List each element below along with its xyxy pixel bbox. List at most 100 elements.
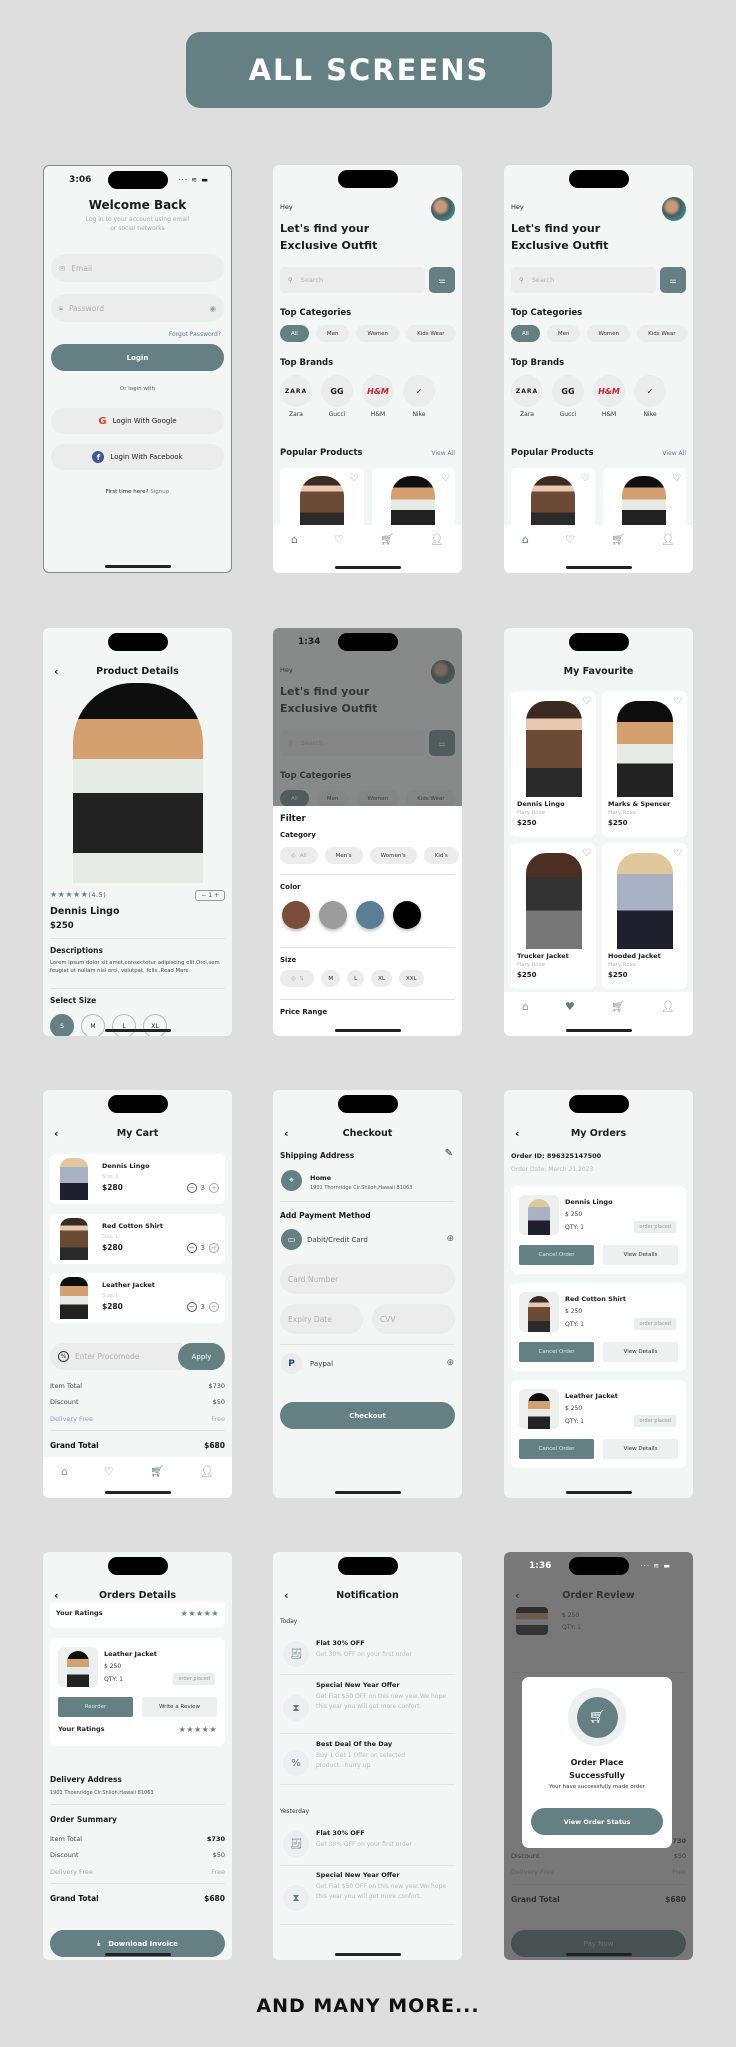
avatar[interactable] [662, 197, 686, 221]
category-chip[interactable]: Kids Wear [637, 325, 687, 342]
facebook-login-button[interactable]: f Login With Facebook [51, 444, 224, 470]
favourite-card[interactable]: ♡ Marks & Spencer Hary Rose $250 [602, 691, 687, 837]
product-card[interactable]: ♡ [280, 468, 364, 528]
color-swatch[interactable] [319, 901, 347, 929]
home-tab-icon[interactable]: ⌂ [522, 533, 529, 573]
forgot-password-link[interactable]: Forgot Password? [169, 331, 221, 338]
brand-hm[interactable]: H&M H&M [362, 375, 394, 418]
size-option[interactable]: S [50, 1014, 74, 1036]
brand-gucci[interactable]: GG Gucci [321, 375, 353, 418]
filter-category-chip[interactable]: ◎ All [280, 847, 318, 864]
card-number-input[interactable]: Card Number [280, 1264, 455, 1294]
filter-category-chip[interactable]: Men's [324, 847, 363, 864]
search-input[interactable]: ⚲ Search [511, 267, 656, 293]
apply-button[interactable]: Apply [178, 1343, 225, 1370]
product-card[interactable]: ♡ [602, 468, 686, 528]
profile-tab-icon[interactable]: 👤︎ [661, 1000, 675, 1036]
color-swatch[interactable] [282, 901, 310, 929]
cancel-order-button[interactable]: Cancel Order [519, 1439, 594, 1459]
rating-stars[interactable]: ★★★★★ [181, 1609, 219, 1618]
brand-hm[interactable]: H&M H&M [593, 375, 625, 418]
brand-zara[interactable]: ZARA Zara [511, 375, 543, 418]
view-all-link[interactable]: View All [431, 450, 455, 457]
signup-link[interactable]: Signup [150, 489, 169, 495]
filter-button[interactable]: ⚌ [429, 267, 455, 293]
filter-size-chip[interactable]: XXL [398, 970, 424, 987]
write-review-button[interactable]: Write a Review [142, 1697, 217, 1717]
cancel-order-button[interactable]: Cancel Order [519, 1342, 594, 1362]
notification-item[interactable]: ⧗ Special New Year Offer Get Flat $50 OFF … [280, 1681, 455, 1734]
expiry-date-input[interactable]: Expiry Date [280, 1304, 363, 1334]
profile-tab-icon[interactable]: 👤︎ [430, 533, 444, 573]
minus-icon[interactable]: − [186, 1243, 197, 1253]
add-paypal-icon[interactable]: ⊕ [446, 1358, 454, 1368]
heart-icon[interactable]: ♡ [441, 473, 450, 484]
eye-icon[interactable]: ◉ [209, 304, 216, 313]
size-option[interactable]: XL [143, 1014, 167, 1036]
filter-size-chip[interactable]: M [321, 970, 341, 987]
avatar[interactable] [431, 197, 455, 221]
notification-item[interactable]: 🧾︎ Flat 30% OFF Get 30% OFF on your first … [280, 1829, 455, 1866]
brand-nike[interactable]: ✓ Nike [634, 375, 666, 418]
home-tab-icon[interactable]: ⌂ [522, 1000, 529, 1036]
minus-icon[interactable]: − [186, 1183, 197, 1193]
filter-category-chip[interactable]: Women's [369, 847, 417, 864]
category-chip[interactable]: Women [356, 325, 400, 342]
plus-icon[interactable]: + [209, 1183, 219, 1193]
home-tab-icon[interactable]: ⌂ [61, 1465, 68, 1498]
heart-icon[interactable]: ♡ [673, 848, 682, 859]
plus-icon[interactable]: + [209, 1243, 219, 1253]
favourite-card[interactable]: ♡ Trucker Jacket Hary Rose $250 [511, 843, 596, 989]
color-swatch[interactable] [393, 901, 421, 929]
filter-size-chip[interactable]: XL [371, 970, 392, 987]
heart-icon[interactable]: ♡ [672, 473, 681, 484]
notification-item[interactable]: 🧾︎ Flat 30% OFF Get 30% OFF on your first … [280, 1639, 455, 1675]
size-option[interactable]: M [81, 1014, 105, 1036]
promocode-input[interactable]: % Enter Procomode [50, 1343, 182, 1370]
notification-item[interactable]: % Best Deal Of the Day Buy 1 Get 1 Offer o… [280, 1740, 455, 1785]
profile-tab-icon[interactable]: 👤︎ [200, 1465, 214, 1498]
category-chip[interactable]: All [511, 325, 540, 342]
google-login-button[interactable]: G Login With Google [51, 408, 224, 434]
quantity-stepper[interactable]: − 1 + [195, 890, 225, 901]
product-card[interactable]: ♡ [511, 468, 595, 528]
brand-nike[interactable]: ✓ Nike [403, 375, 435, 418]
cancel-order-button[interactable]: Cancel Order [519, 1245, 594, 1265]
filter-category-chip[interactable]: Kid's [423, 847, 459, 864]
heart-icon[interactable]: ♡ [582, 696, 591, 707]
reorder-button[interactable]: Reorder [58, 1697, 133, 1717]
heart-icon[interactable]: ♡ [581, 473, 590, 484]
size-option[interactable]: L [112, 1014, 136, 1036]
heart-icon[interactable]: ♡ [350, 473, 359, 484]
view-details-button[interactable]: View Details [603, 1342, 678, 1362]
filter-size-chip[interactable]: L [347, 970, 365, 987]
heart-icon[interactable]: ♡ [582, 848, 591, 859]
filter-button[interactable]: ⚌ [660, 267, 686, 293]
home-tab-icon[interactable]: ⌂ [291, 533, 298, 573]
edit-icon[interactable]: ✎ [445, 1148, 453, 1159]
category-chip[interactable]: Women [587, 325, 631, 342]
product-card[interactable]: ♡ [371, 468, 455, 528]
checkout-button[interactable]: Checkout [280, 1402, 455, 1429]
category-chip[interactable]: Men [315, 325, 350, 342]
minus-icon[interactable]: − [186, 1302, 197, 1312]
category-chip[interactable]: Men [546, 325, 581, 342]
favourite-card[interactable]: ♡ Hooded Jacket Hary Rose $250 [602, 843, 687, 989]
color-swatch[interactable] [356, 901, 384, 929]
email-input[interactable]: ✉ Email [51, 254, 224, 282]
view-all-link[interactable]: View All [662, 450, 686, 457]
category-chip[interactable]: All [280, 325, 309, 342]
favourite-card[interactable]: ♡ Dennis Lingo Hary Rose $250 [511, 691, 596, 837]
category-chip[interactable]: Kids Wear [406, 325, 456, 342]
plus-icon[interactable]: + [209, 1302, 219, 1312]
add-card-icon[interactable]: ⊕ [446, 1234, 454, 1244]
view-order-status-button[interactable]: View Order Status [531, 1808, 663, 1835]
view-details-button[interactable]: View Details [603, 1439, 678, 1459]
heart-icon[interactable]: ♡ [673, 696, 682, 707]
login-button[interactable]: Login [51, 344, 224, 371]
brand-zara[interactable]: ZARA Zara [280, 375, 312, 418]
filter-size-chip[interactable]: ◎ S [280, 970, 315, 987]
view-details-button[interactable]: View Details [603, 1245, 678, 1265]
rating-stars[interactable]: ★★★★★ [179, 1725, 217, 1734]
search-input[interactable]: ⚲ Search [280, 267, 425, 293]
